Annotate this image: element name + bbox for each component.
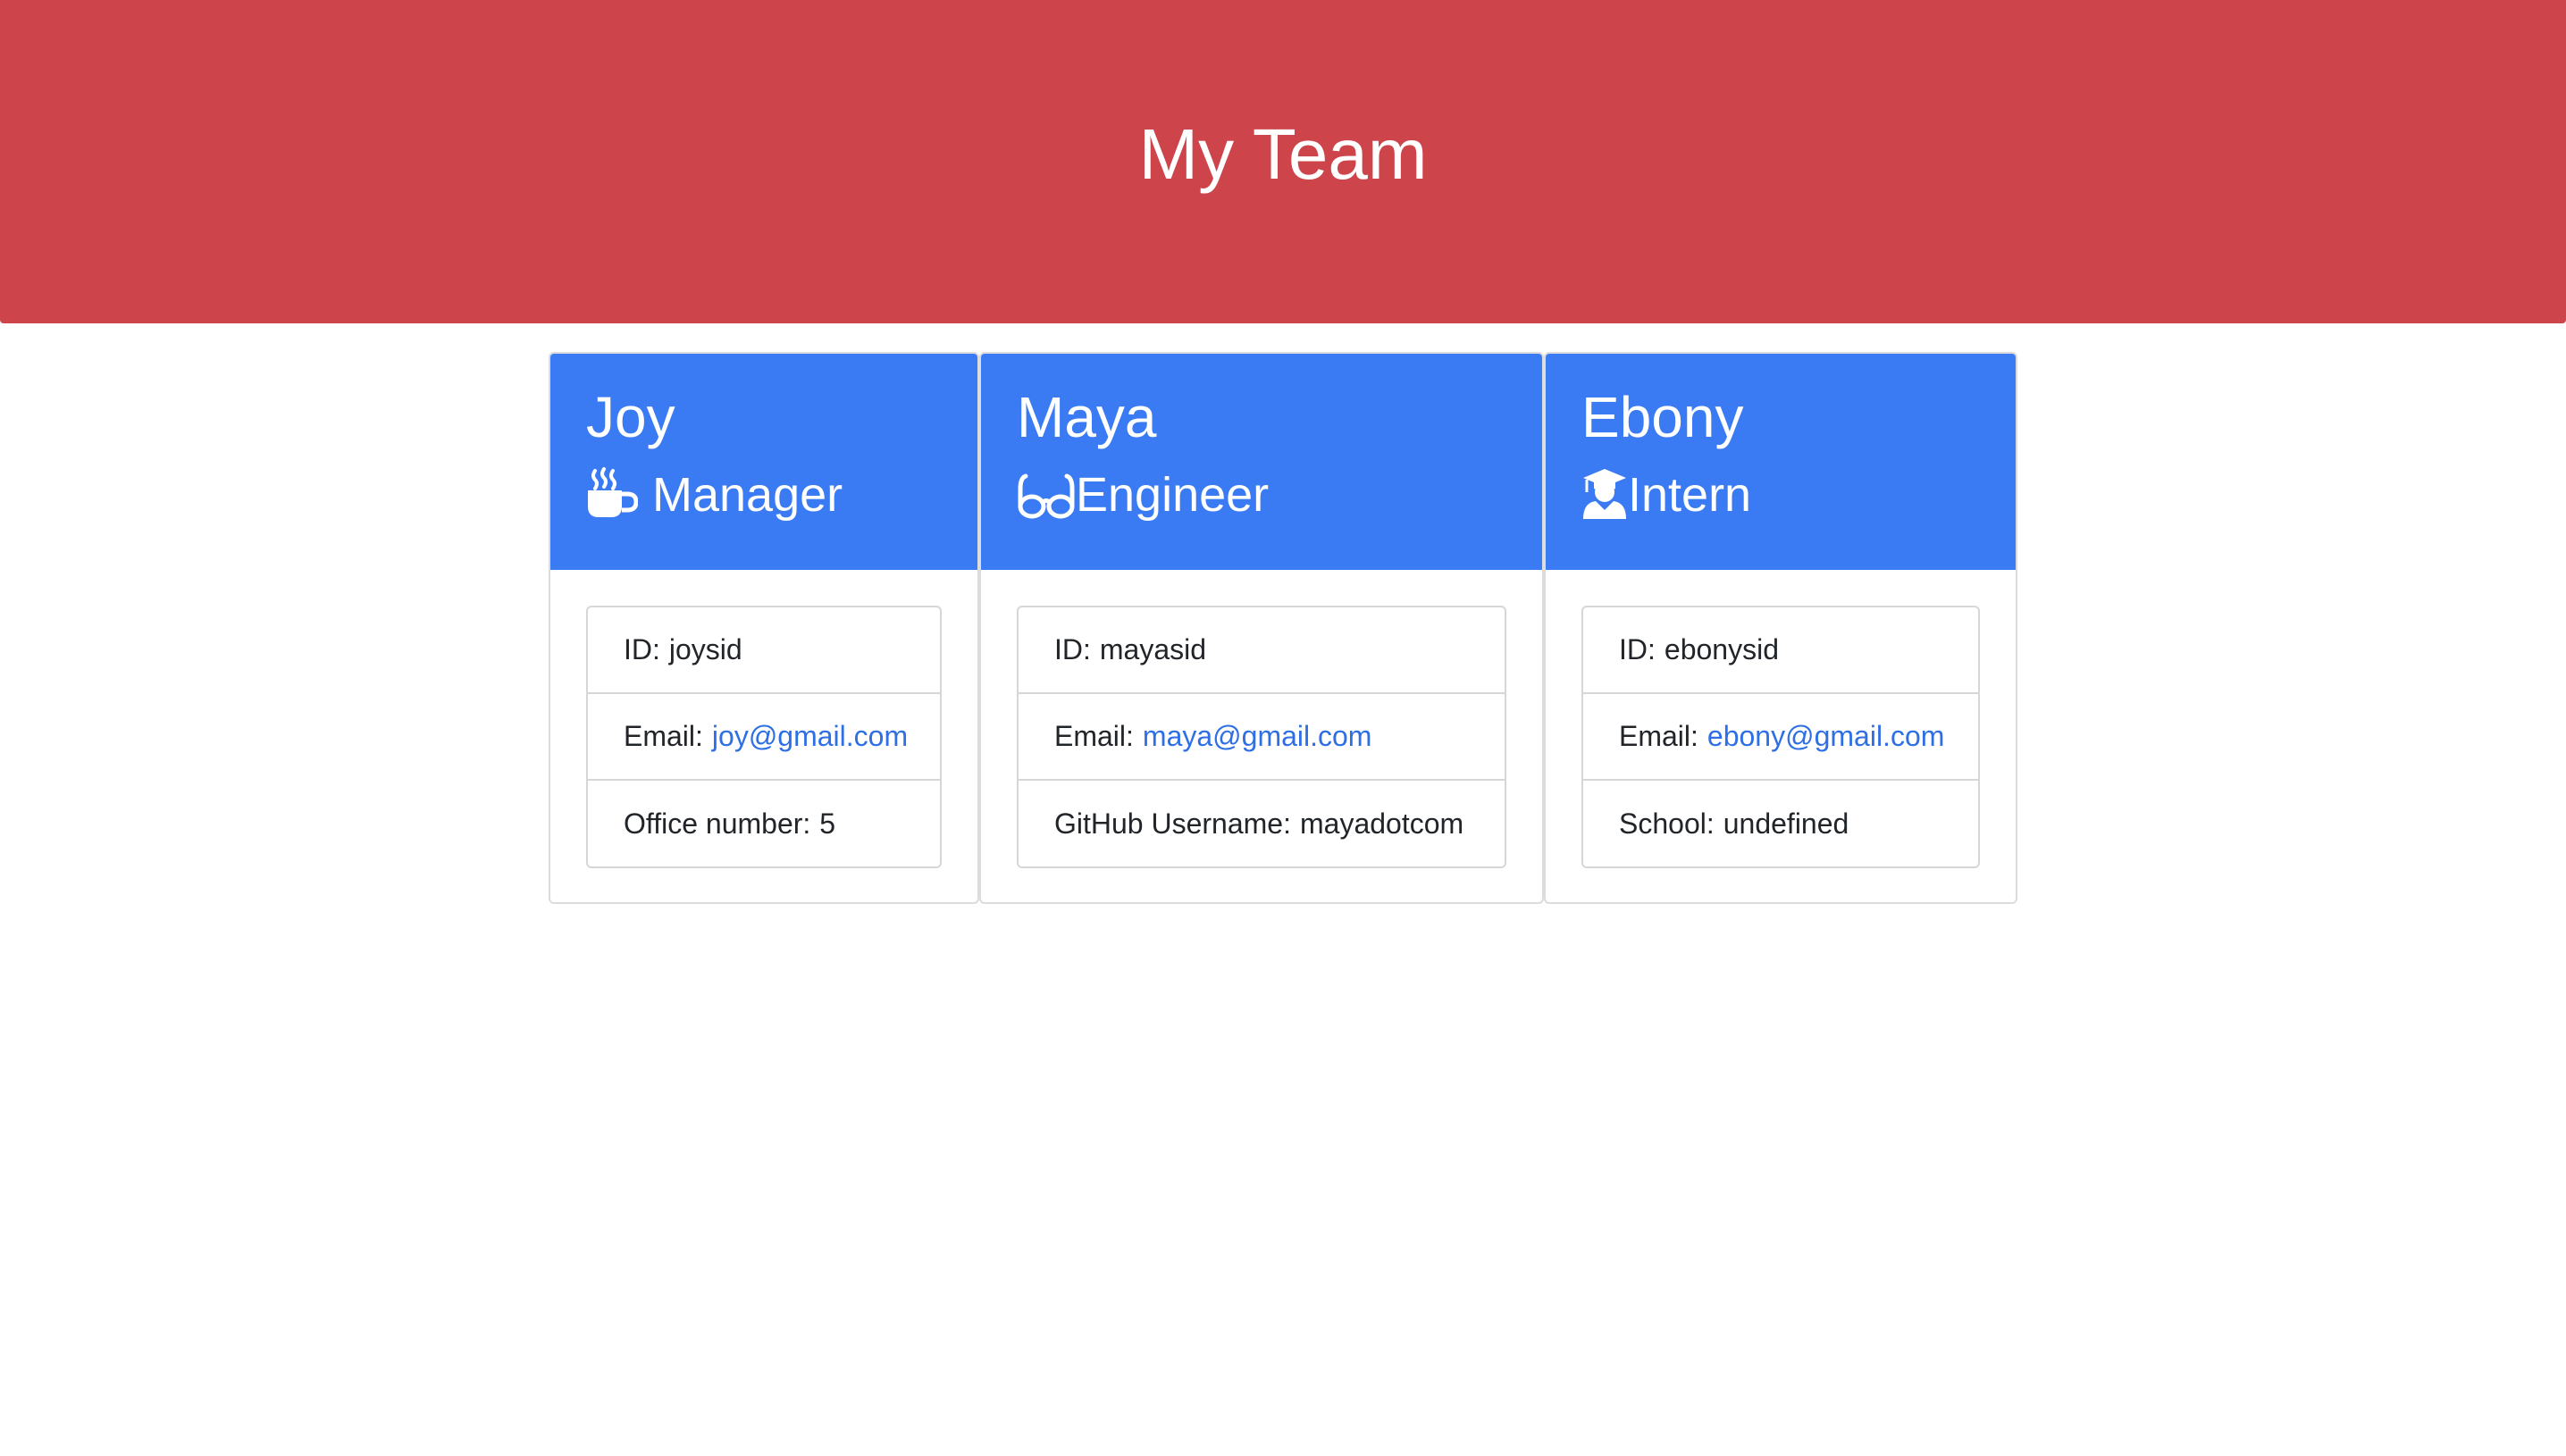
school-item: School: undefined [1583, 781, 1978, 866]
employee-name: Maya [1017, 385, 1157, 449]
employee-name: Ebony [1581, 385, 1744, 449]
team-header: My Team [0, 0, 2566, 323]
employee-role-row: Manager [586, 459, 843, 531]
id-value: joysid [668, 633, 742, 665]
employee-role-row: Engineer [1017, 459, 1269, 531]
employee-card-engineer: Maya Engineer ID: mayasid Email: maya@gm… [979, 352, 1544, 904]
office-number-value: 5 [819, 807, 836, 840]
school-value: undefined [1723, 807, 1849, 840]
glasses-icon [1017, 467, 1076, 523]
id-value: ebonysid [1664, 633, 1779, 665]
card-header: Ebony Intern [1546, 354, 2016, 570]
employee-details-list: ID: ebonysid Email: ebony@gmail.com Scho… [1581, 606, 1980, 868]
id-item: ID: ebonysid [1583, 607, 1978, 694]
github-username-value: mayadotcom [1299, 807, 1464, 840]
employee-role: Intern [1628, 468, 1752, 522]
email-label: Email: [1054, 720, 1134, 752]
email-label: Email: [1619, 720, 1698, 752]
id-label: ID: [1054, 633, 1091, 665]
id-value: mayasid [1099, 633, 1207, 665]
employee-role: Manager [652, 468, 843, 522]
github-username-item: GitHub Username: mayadotcom [1019, 781, 1505, 866]
school-label: School: [1619, 807, 1715, 840]
email-link[interactable]: ebony@gmail.com [1707, 720, 1944, 753]
page-title: My Team [1138, 114, 1428, 194]
email-item: Email: joy@gmail.com [588, 694, 940, 781]
employee-name: Joy [586, 385, 675, 449]
card-header: Maya Engineer [981, 354, 1542, 570]
email-item: Email: maya@gmail.com [1019, 694, 1505, 781]
office-number-item: Office number: 5 [588, 781, 940, 866]
email-link[interactable]: maya@gmail.com [1143, 720, 1372, 753]
email-link[interactable]: joy@gmail.com [712, 720, 908, 753]
github-username-label: GitHub Username: [1054, 807, 1291, 840]
email-label: Email: [624, 720, 703, 752]
id-label: ID: [624, 633, 660, 665]
graduate-icon [1581, 467, 1628, 523]
employee-role-row: Intern [1581, 459, 1751, 531]
employee-details-list: ID: joysid Email: joy@gmail.com Office n… [586, 606, 942, 868]
employee-role: Engineer [1076, 468, 1270, 522]
id-item: ID: mayasid [1019, 607, 1505, 694]
employee-details-list: ID: mayasid Email: maya@gmail.com GitHub… [1017, 606, 1506, 868]
email-item: Email: ebony@gmail.com [1583, 694, 1978, 781]
employee-card-manager: Joy Manager ID: joysid Email: joy@gmail.… [549, 352, 979, 904]
coffee-mug-icon [586, 466, 639, 523]
office-number-label: Office number: [624, 807, 811, 840]
card-header: Joy Manager [550, 354, 977, 570]
employee-card-intern: Ebony Intern ID: ebonysid Email: ebony@g… [1544, 352, 2017, 904]
id-item: ID: joysid [588, 607, 940, 694]
id-label: ID: [1619, 633, 1656, 665]
